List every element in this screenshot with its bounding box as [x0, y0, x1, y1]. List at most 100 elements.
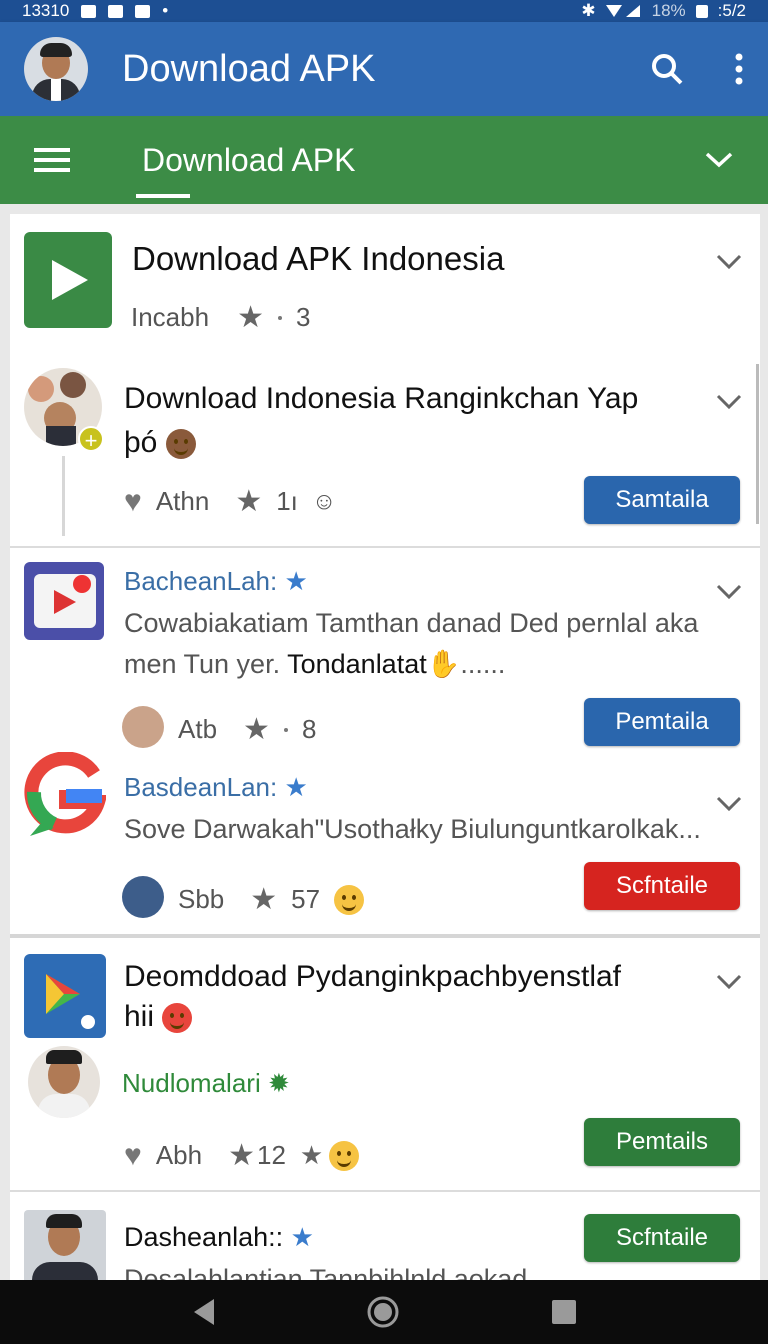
rating-count: 1ı — [276, 486, 298, 516]
home-icon[interactable] — [366, 1295, 400, 1329]
recents-icon[interactable] — [550, 1298, 578, 1326]
meta-label: Incabh — [131, 302, 210, 332]
avatar — [28, 1046, 100, 1118]
app-title: Download APK Indonesia — [132, 240, 505, 277]
avatar — [122, 876, 164, 918]
author-name: BasdeanLan: — [124, 772, 278, 802]
battery-icon — [695, 4, 708, 18]
search-icon[interactable] — [650, 52, 684, 86]
post-title-line2: þó — [124, 426, 196, 460]
desc-ellipsis: ...... — [460, 649, 506, 679]
desc-highlight: Tondanlatat — [280, 649, 427, 679]
chevron-down-icon[interactable] — [716, 584, 742, 600]
author-row: BasdeanLan: ★ — [124, 772, 308, 803]
post-description: Desalahlantian Tannbihlnld aokad..... — [124, 1264, 565, 1280]
rating-count: 12 — [256, 1140, 286, 1170]
profile-avatar[interactable] — [24, 37, 88, 101]
post-title: Download Indonesia Ranginkchan Yap — [124, 382, 639, 415]
author-row: Dasheanlah:: ★ — [124, 1222, 314, 1253]
post-description: Sove Darwakah"Usothałky Biulunguntkarolk… — [124, 814, 701, 844]
google-icon — [24, 752, 106, 836]
back-icon[interactable] — [190, 1297, 216, 1327]
chevron-down-icon[interactable] — [704, 151, 734, 169]
action-button[interactable]: Samtaila — [584, 476, 740, 524]
verified-gear-icon: ✹ — [267, 1068, 290, 1098]
status-time: 13310 — [22, 1, 70, 20]
add-badge-icon: + — [78, 426, 104, 453]
status-bar: 13310 • ✱ 18% :5/2 — [0, 0, 768, 22]
list-item[interactable]: BasdeanLan: ★ Sove Darwakah"Usothałky Bi… — [10, 742, 760, 932]
navigation-bar — [0, 1280, 768, 1344]
desc-text: men Tun yer. — [124, 649, 281, 679]
menu-icon[interactable] — [34, 147, 70, 173]
chevron-down-icon[interactable] — [716, 796, 742, 812]
meta-label: Athn — [155, 486, 210, 516]
mail-icon — [135, 4, 151, 18]
notification-icon — [108, 4, 124, 18]
smile-emoji-icon — [334, 884, 365, 915]
meta-label: Atb — [178, 714, 218, 744]
status-clock: :5/2 — [717, 1, 746, 20]
action-button[interactable]: Scfntaile — [584, 862, 740, 910]
star-icon: ★ — [250, 883, 278, 916]
post-description-line2: men Tun yer. Tondanlatat✋...... — [124, 648, 505, 680]
post-title-text: þó — [124, 426, 158, 459]
dot-separator — [283, 727, 288, 732]
author-name: BacheanLah: — [124, 566, 278, 596]
app-title: Download APK — [122, 47, 376, 90]
feed-list: Download APK Indonesia Incabh ★ 3 + Down… — [10, 214, 760, 1280]
author-row: Nudlomalari ✹ — [122, 1068, 290, 1099]
tab-download-apk[interactable]: Download APK — [135, 116, 355, 204]
list-item[interactable]: Download APK Indonesia Incabh ★ 3 + Down… — [10, 214, 760, 544]
avatar — [24, 1210, 106, 1280]
verified-star-icon: ★ — [290, 1222, 314, 1252]
post-title: Deomddoad Pydanginkpachbyenstlaf — [124, 960, 622, 993]
signal-icon — [605, 5, 640, 17]
list-item[interactable]: Dasheanlah:: ★ Desalahlantian Tannbihlnl… — [10, 1192, 760, 1280]
heart-icon[interactable]: ♥ — [124, 1139, 142, 1173]
play-store-icon — [24, 232, 112, 328]
rating-count: 3 — [295, 302, 311, 332]
rating-count: 8 — [301, 714, 317, 744]
more-options-icon[interactable] — [734, 52, 744, 86]
post-description: Cowabiakatiam Tamthan danad Ded pernlal … — [124, 608, 699, 638]
star-icon: ★ — [237, 301, 264, 334]
action-button[interactable]: Scfntaile — [584, 1214, 740, 1262]
thread-line — [62, 456, 65, 536]
scrollbar[interactable] — [756, 364, 759, 524]
battery-percent: 18% — [651, 1, 686, 20]
smile-emoji-icon — [329, 1140, 360, 1171]
star-icon: ★ — [228, 1139, 255, 1172]
list-item[interactable]: BacheanLah: ★ Cowabiakatiam Tamthan dana… — [10, 548, 760, 748]
verified-star-icon: ★ — [284, 566, 308, 596]
emoji-icon — [165, 429, 196, 460]
notification-icon — [81, 4, 97, 18]
author-row: BacheanLah: ★ — [124, 566, 308, 597]
star-icon: ★ — [235, 485, 263, 518]
emoji-outline-icon: ☺ — [311, 487, 337, 515]
action-button[interactable]: Pemtaila — [584, 698, 740, 746]
dot-icon: • — [162, 1, 169, 20]
list-item[interactable]: Deomddoad Pydanginkpachbyenstlaf hii Nud… — [10, 938, 760, 1188]
tab-bar: Download APK — [0, 116, 768, 204]
meta-label: Sbb — [178, 884, 225, 914]
chevron-down-icon[interactable] — [716, 974, 742, 990]
app-bar: Download APK — [0, 22, 768, 116]
chrome-icon — [162, 1003, 193, 1034]
chevron-down-icon[interactable] — [716, 394, 742, 410]
dot-separator — [277, 315, 282, 320]
author-name: Dasheanlah:: — [124, 1222, 284, 1252]
verified-star-icon: ★ — [284, 772, 308, 802]
play-store-icon — [24, 954, 106, 1038]
hand-emoji-icon: ✋ — [426, 649, 461, 679]
author-name: Nudlomalari — [122, 1068, 261, 1098]
heart-icon[interactable]: ♥ — [124, 485, 142, 519]
bluetooth-icon: ✱ — [581, 1, 596, 20]
video-app-icon — [24, 562, 104, 640]
chevron-down-icon[interactable] — [716, 254, 742, 270]
post-title-line2: hii — [124, 1000, 193, 1034]
post-title-text: hii — [124, 1000, 155, 1033]
action-button[interactable]: Pemtails — [584, 1118, 740, 1166]
meta-label: Abh — [155, 1140, 203, 1170]
star-icon: ★ — [299, 1140, 324, 1170]
